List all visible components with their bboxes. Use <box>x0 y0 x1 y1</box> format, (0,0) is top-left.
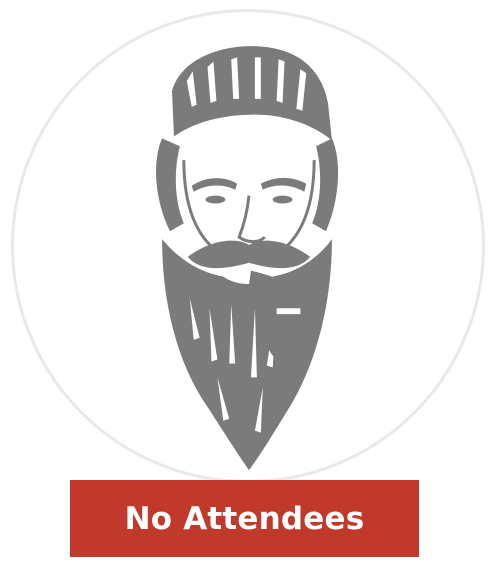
beard-shape <box>162 239 332 471</box>
beanie-shape <box>171 46 332 141</box>
no-attendees-banner: No Attendees <box>70 480 419 557</box>
avatar-frame <box>11 9 485 483</box>
left-eyebrow <box>191 178 238 192</box>
bearded-man-illustration-icon <box>156 46 339 471</box>
mustache-shape <box>187 240 311 269</box>
right-eyebrow <box>260 177 307 192</box>
